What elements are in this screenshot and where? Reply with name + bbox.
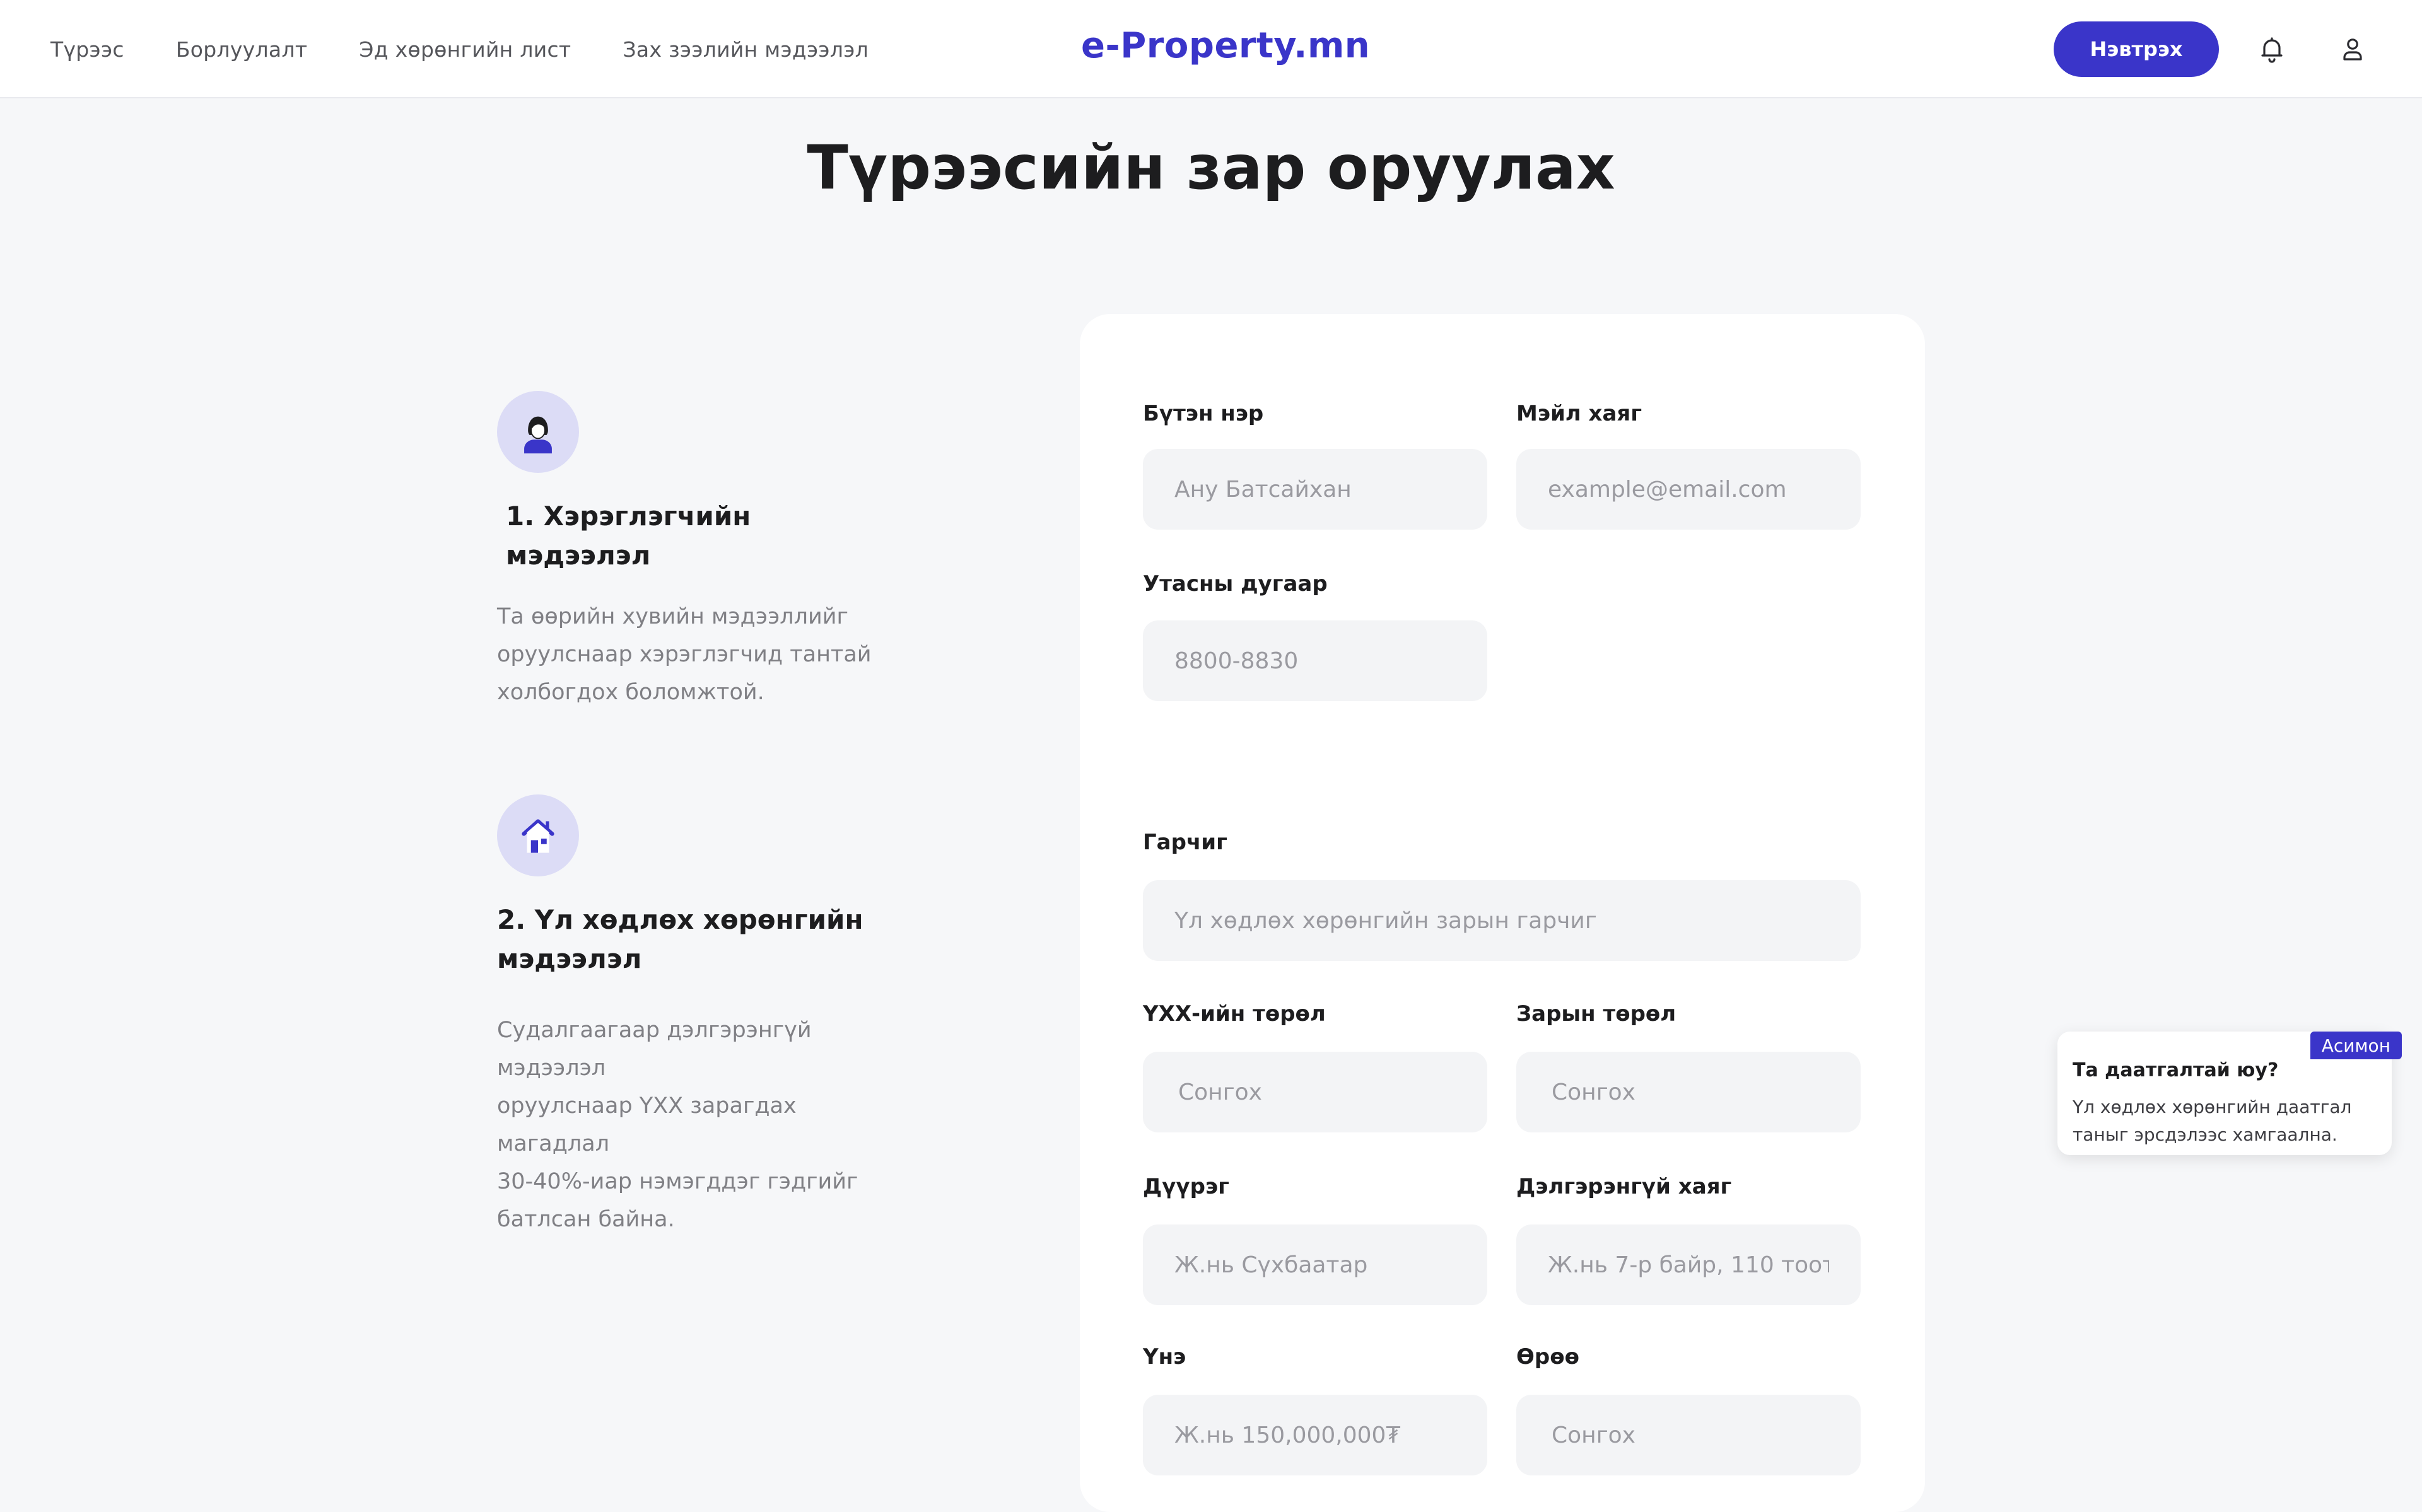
listing-form-card: Бүтэн нэр Мэйл хаяг Утасны дугаар Гарчиг… <box>1080 314 1925 1512</box>
notifications-button[interactable] <box>2254 32 2290 67</box>
headline-input[interactable] <box>1143 880 1861 961</box>
page-title: Түрээсийн зар оруулах <box>807 132 1615 203</box>
step-2-desc-line: 30-40%-иар нэмэгддэг гэдгийг <box>497 1169 858 1194</box>
tip-text-line: Үл хөдлөх хөрөнгийн даатгал <box>2073 1096 2352 1117</box>
district-input[interactable] <box>1143 1224 1487 1305</box>
user-icon <box>2343 38 2362 61</box>
step-1-desc-line: Та өөрийн хувийн мэдээллийг <box>497 604 848 629</box>
listing-type-label: Зарын төрөл <box>1516 1001 1676 1026</box>
step-2-desc-line: Судалгаагаар дэлгэрэнгүй мэдээлэл <box>497 1018 812 1081</box>
login-button[interactable]: Нэвтрэх <box>2054 21 2219 77</box>
step-2-description: Судалгаагаар дэлгэрэнгүй мэдээлэл оруулс… <box>497 1011 888 1238</box>
district-label: Дүүрэг <box>1143 1174 1229 1199</box>
step-1-desc-line: оруулснаар хэрэглэгчид тантай <box>497 642 872 667</box>
tip-text: Үл хөдлөх хөрөнгийн даатгал таныг эрсдэл… <box>2073 1093 2375 1149</box>
nav-link-sales[interactable]: Борлуулалт <box>176 37 308 62</box>
property-type-select[interactable]: Сонгох <box>1143 1052 1487 1132</box>
full-name-label: Бүтэн нэр <box>1143 401 1264 426</box>
step-1-description: Та өөрийн хувийн мэдээллийг оруулснаар х… <box>497 598 888 711</box>
rooms-select[interactable]: Сонгох <box>1516 1395 1861 1475</box>
property-type-label: ҮХХ-ийн төрөл <box>1143 1001 1326 1026</box>
insurance-tip-card[interactable]: Асимон Та даатгалтай юу? Үл хөдлөх хөрөн… <box>2057 1032 2402 1155</box>
step-property-info: 2. Үл хөдлөх хөрөнгийн мэдээлэл Судалгаа… <box>497 794 888 1238</box>
email-input[interactable] <box>1516 449 1861 530</box>
rooms-label: Өрөө <box>1516 1344 1579 1370</box>
site-logo[interactable]: e-Property.mn <box>1081 25 1370 66</box>
top-navigation-bar: Түрээс Борлуулалт Эд хөрөнгийн лист Зах … <box>0 0 2422 98</box>
profile-button[interactable] <box>2335 32 2370 67</box>
tip-title: Та даатгалтай юу? <box>2073 1059 2279 1081</box>
step-user-info: 1. Хэрэглэгчийн мэдээлэл Та өөрийн хувий… <box>497 391 888 711</box>
step-2-title: 2. Үл хөдлөх хөрөнгийн мэдээлэл <box>497 900 888 979</box>
nav-link-rent[interactable]: Түрээс <box>50 37 124 62</box>
house-icon <box>497 794 579 876</box>
email-label: Мэйл хаяг <box>1516 401 1642 426</box>
bell-icon <box>2261 37 2283 63</box>
step-1-desc-line: холбогдох боломжтой. <box>497 680 764 705</box>
step-2-desc-line: оруулснаар ҮХХ зарагдах магадлал <box>497 1093 797 1156</box>
address-label: Дэлгэрэнгүй хаяг <box>1516 1174 1732 1199</box>
nav-link-property-list[interactable]: Эд хөрөнгийн лист <box>359 37 571 62</box>
price-label: Үнэ <box>1143 1344 1186 1370</box>
nav-link-market-info[interactable]: Зах зээлийн мэдээлэл <box>623 37 869 62</box>
tip-badge: Асимон <box>2310 1032 2402 1059</box>
main-nav: Түрээс Борлуулалт Эд хөрөнгийн лист Зах … <box>50 0 869 98</box>
phone-label: Утасны дугаар <box>1143 571 1328 596</box>
full-name-input[interactable] <box>1143 449 1487 530</box>
user-avatar-icon <box>497 391 579 473</box>
step-2-title-line: 2. Үл хөдлөх хөрөнгийн <box>497 904 863 935</box>
listing-type-select[interactable]: Сонгох <box>1516 1052 1861 1132</box>
price-input[interactable] <box>1143 1395 1487 1475</box>
phone-input[interactable] <box>1143 620 1487 701</box>
step-2-desc-line: батлсан байна. <box>497 1207 675 1232</box>
address-input[interactable] <box>1516 1224 1861 1305</box>
step-2-title-line: мэдээлэл <box>497 943 642 974</box>
tip-text-line: таныг эрсдэлээс хамгаална. <box>2073 1124 2337 1145</box>
headline-label: Гарчиг <box>1143 830 1227 855</box>
step-1-title: 1. Хэрэглэгчийн мэдээлэл <box>506 501 751 571</box>
